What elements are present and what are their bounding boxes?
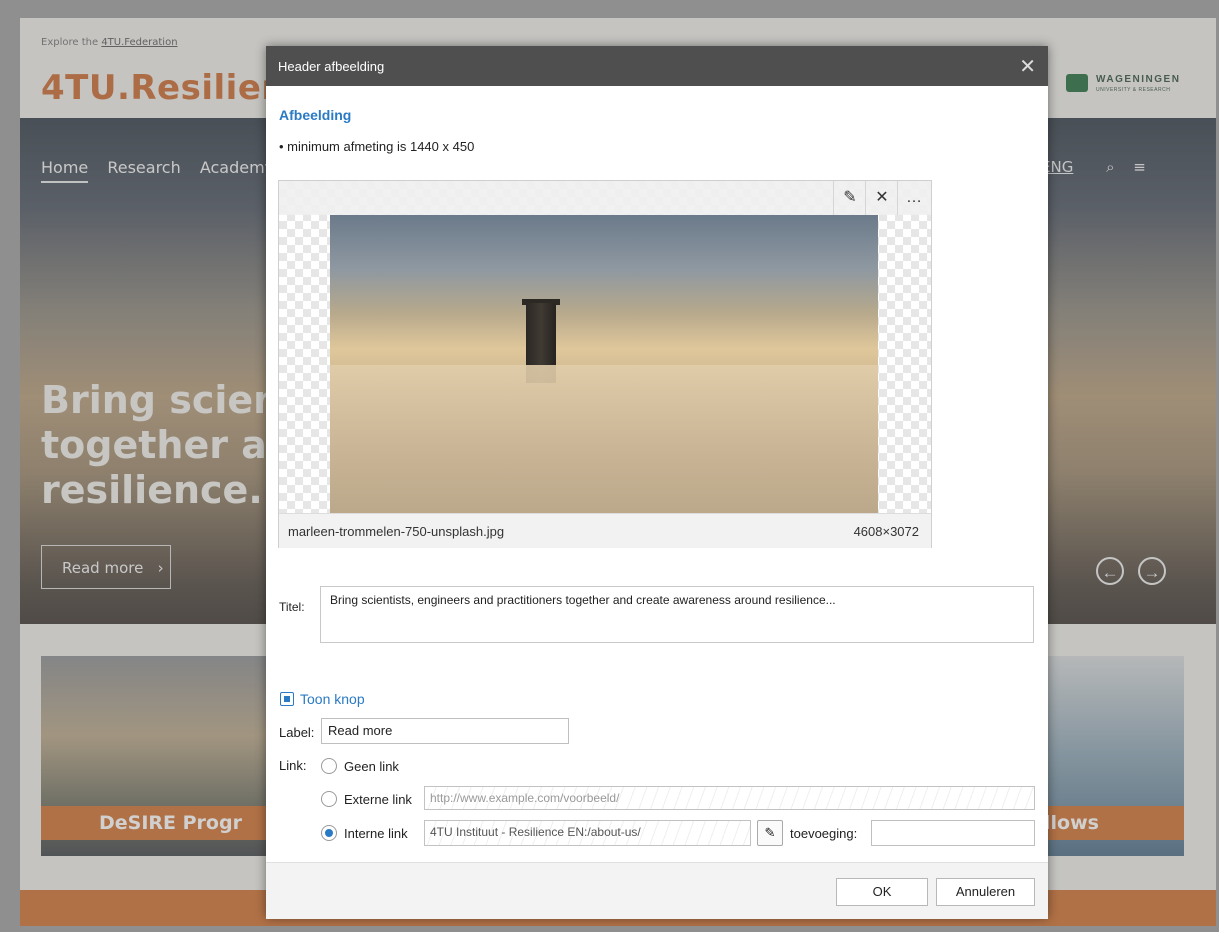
dialog-header: Header afbeelding ✕ — [266, 46, 1048, 86]
pencil-icon[interactable]: ✎ — [757, 820, 783, 846]
dialog-title: Header afbeelding — [278, 59, 385, 74]
dialog-footer: OK Annuleren — [266, 862, 1048, 919]
radio-internal-link-label[interactable]: Interne link — [344, 826, 408, 841]
image-preview[interactable]: ✎ ✕ … marleen-trommelen-750-unsplash.jpg… — [278, 180, 932, 548]
internal-link-input[interactable]: 4TU Instituut - Resilience EN:/about-us/ — [424, 820, 751, 846]
header-photo — [330, 215, 878, 513]
min-size-note: • minimum afmeting is 1440 x 450 — [279, 139, 475, 154]
pencil-icon[interactable]: ✎ — [833, 181, 866, 215]
close-icon[interactable]: ✕ — [1019, 54, 1036, 79]
header-image-dialog: Header afbeelding ✕ Afbeelding • minimum… — [266, 46, 1048, 919]
label-label: Label: — [279, 725, 315, 740]
image-dimensions: 4608×3072 — [853, 524, 919, 539]
image-toolbar: ✎ ✕ … — [279, 181, 931, 215]
addition-input[interactable] — [871, 820, 1035, 846]
button-label-input[interactable]: Read more — [321, 718, 569, 744]
title-label: Titel: — [279, 600, 305, 614]
title-textarea[interactable]: Bring scientists, engineers and practiti… — [320, 586, 1034, 643]
link-label: Link: — [279, 758, 307, 773]
more-icon[interactable]: … — [897, 181, 930, 215]
radio-external-link-label[interactable]: Externe link — [344, 792, 412, 807]
section-heading: Afbeelding — [279, 107, 352, 123]
ok-button[interactable]: OK — [836, 878, 928, 906]
show-button-label[interactable]: Toon knop — [300, 691, 365, 707]
cancel-button[interactable]: Annuleren — [936, 878, 1035, 906]
addition-label: toevoeging: — [790, 826, 858, 841]
image-info-bar: marleen-trommelen-750-unsplash.jpg 4608×… — [279, 513, 931, 548]
radio-external-link[interactable] — [321, 791, 337, 807]
fog-layer — [330, 365, 878, 513]
radio-internal-link[interactable] — [321, 825, 337, 841]
external-link-input[interactable]: http://www.example.com/voorbeeld/ — [424, 786, 1035, 810]
browser-viewport: Explore the 4TU.Federation 4TU.Resilien … — [20, 18, 1216, 926]
radio-no-link[interactable] — [321, 758, 337, 774]
image-filename: marleen-trommelen-750-unsplash.jpg — [288, 524, 505, 539]
radio-no-link-label[interactable]: Geen link — [344, 759, 399, 774]
remove-icon[interactable]: ✕ — [865, 181, 898, 215]
show-button-checkbox[interactable] — [280, 692, 294, 706]
